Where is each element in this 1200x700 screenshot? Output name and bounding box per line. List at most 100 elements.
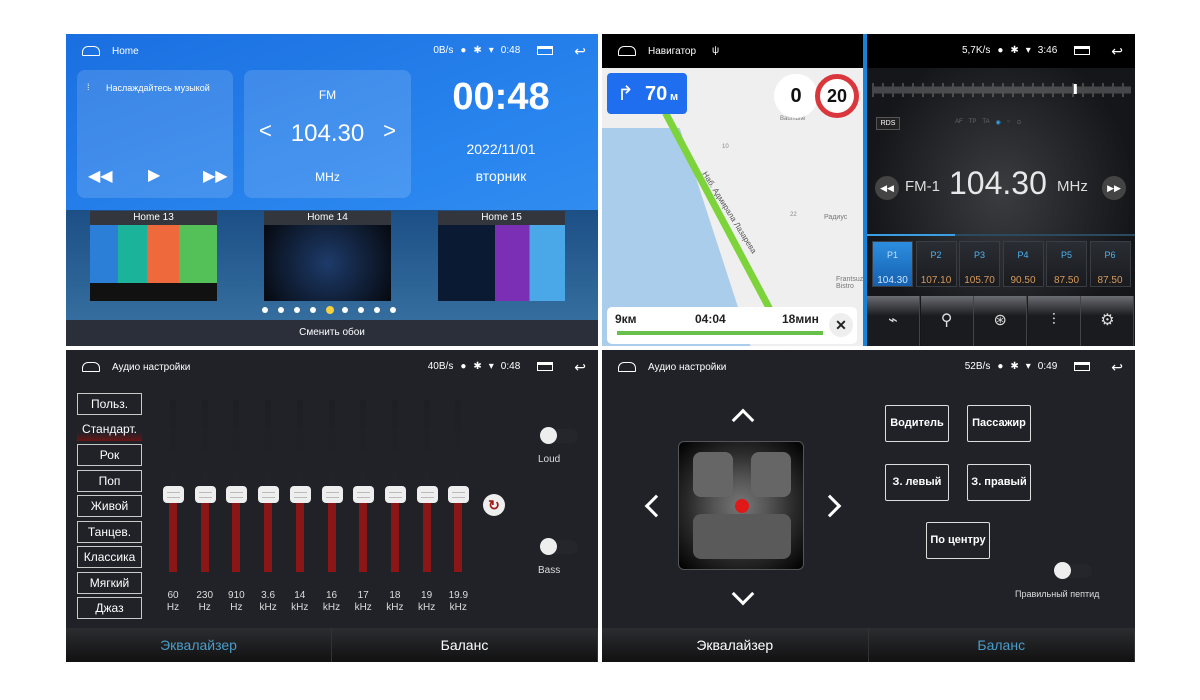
eq-thumb[interactable] [226, 486, 248, 503]
eq-band-slider[interactable]: 16 kHz [321, 400, 343, 630]
close-route-button[interactable]: ✕ [829, 313, 853, 337]
page-dot[interactable] [326, 306, 334, 314]
eq-band-slider[interactable]: 60 Hz [163, 400, 184, 630]
eq-thumb[interactable] [289, 486, 311, 503]
bass-toggle[interactable] [540, 538, 578, 555]
music-widget[interactable]: ⁞ Наслаждайтесь музыкой ◀◀ ▶ ▶▶ [77, 70, 233, 198]
eq-preset-button[interactable]: Танцев. [77, 520, 142, 543]
eq-preset-button[interactable]: Польз. [77, 393, 142, 415]
eq-thumb[interactable] [194, 486, 216, 503]
page-dot[interactable] [342, 307, 348, 313]
change-wallpaper-button[interactable]: Сменить обои [66, 320, 598, 346]
arrow-right-icon[interactable] [818, 494, 842, 518]
recent-apps-icon[interactable] [537, 362, 554, 371]
rds-button[interactable]: RDS [876, 117, 900, 130]
page-dot[interactable] [390, 307, 396, 313]
preset-button[interactable]: P4 90.50 [1002, 241, 1044, 287]
theme-thumb-home-14[interactable]: Home 14 [264, 211, 391, 301]
theme-thumb-home-13[interactable]: Home 13 [90, 211, 217, 301]
net-speed: 0B/s [433, 45, 454, 56]
eq-preset-button[interactable]: Живой [77, 495, 142, 517]
tab-balance[interactable]: Баланс [332, 628, 598, 662]
eq-preset-button[interactable]: Стандарт. [77, 418, 142, 441]
fast-forward-icon[interactable]: ▶▶ [203, 166, 228, 186]
eq-band-slider[interactable]: 910 Hz [226, 400, 248, 630]
eq-band-slider[interactable]: 19 kHz [416, 400, 438, 630]
eq-band-slider[interactable]: 230 Hz [194, 400, 216, 630]
eq-preset-button[interactable]: Мягкий [77, 571, 142, 594]
balance-point[interactable] [735, 499, 749, 513]
eq-thumb[interactable] [321, 486, 343, 503]
eq-thumb[interactable] [384, 486, 406, 503]
recent-apps-icon[interactable] [537, 46, 554, 55]
eq-band-slider[interactable]: 18 kHz [384, 400, 406, 630]
rear-left-button[interactable]: З. левый [885, 464, 949, 501]
status-time: 0:48 [500, 361, 521, 372]
back-icon[interactable]: ↩ [1111, 44, 1123, 58]
page-dot[interactable] [278, 307, 284, 313]
preset-button[interactable]: P1 104.30 [872, 241, 913, 287]
seat-row [751, 452, 791, 497]
car-interior-image[interactable] [678, 441, 804, 570]
eq-band-slider[interactable]: 14 kHz [289, 400, 311, 630]
theme-thumb-home-15[interactable]: Home 15 [438, 211, 565, 301]
eq-preset-button[interactable]: Поп [77, 469, 142, 492]
driver-button[interactable]: Водитель [885, 405, 949, 442]
preset-button[interactable]: P3 105.70 [959, 241, 1000, 287]
eq-preset-button[interactable]: Джаз [77, 597, 142, 619]
eq-band-label: 60 Hz [166, 590, 180, 613]
arrow-down-icon[interactable] [731, 582, 755, 606]
next-station-icon[interactable]: > [383, 118, 396, 144]
tab-balance[interactable]: Баланс [869, 628, 1135, 662]
page-dot[interactable] [374, 307, 380, 313]
search-icon[interactable]: ⚲ [920, 296, 974, 346]
tuning-scale[interactable] [871, 70, 1131, 110]
recent-apps-icon[interactable] [1074, 46, 1091, 55]
eq-band-slider[interactable]: 3.6 kHz [258, 400, 280, 630]
home-icon[interactable] [618, 362, 636, 372]
seek-forward-button[interactable]: ▶▶ [1102, 176, 1126, 200]
arrow-left-icon[interactable] [644, 494, 668, 518]
rewind-icon[interactable]: ◀◀ [88, 166, 113, 186]
page-dot[interactable] [358, 307, 364, 313]
eq-band-slider[interactable]: 17 kHz [353, 400, 375, 630]
scan-icon[interactable]: ⊛ [974, 296, 1028, 346]
eq-thumb[interactable] [416, 486, 438, 503]
eq-band-slider[interactable]: 19.9 kHz [448, 400, 470, 630]
tab-equalizer[interactable]: Эквалайзер [602, 628, 869, 662]
reset-eq-button[interactable]: ↻ [483, 494, 505, 516]
passenger-button[interactable]: Пассажир [967, 405, 1031, 442]
home-icon[interactable] [82, 362, 100, 372]
rear-right-button[interactable]: З. правый [967, 464, 1031, 501]
signal-icon[interactable]: ⌁ [867, 296, 920, 346]
eq-preset-button[interactable]: Классика [77, 546, 142, 568]
preset-button[interactable]: P5 87.50 [1046, 241, 1087, 287]
page-dot[interactable] [310, 307, 316, 313]
preset-button[interactable]: P2 107.10 [915, 241, 957, 287]
tab-equalizer[interactable]: Эквалайзер [66, 628, 332, 662]
home-icon[interactable] [618, 46, 636, 56]
equalizer-icon[interactable]: ⫶ [1027, 296, 1081, 346]
seek-back-button[interactable]: ◀◀ [875, 176, 899, 200]
recent-apps-icon[interactable] [1074, 362, 1091, 371]
eq-thumb[interactable] [258, 486, 280, 503]
back-icon[interactable]: ↩ [574, 360, 586, 374]
eq-thumb[interactable] [163, 486, 184, 503]
eq-thumb[interactable] [448, 486, 470, 503]
settings-icon[interactable]: ⚙ [1081, 296, 1135, 346]
eq-thumb[interactable] [353, 486, 375, 503]
radio-widget[interactable]: FM < 104.30 > MHz [244, 70, 411, 198]
eq-preset-button[interactable]: Рок [77, 444, 142, 466]
page-dot[interactable] [294, 307, 300, 313]
back-icon[interactable]: ↩ [1111, 360, 1123, 374]
loud-toggle[interactable] [540, 427, 578, 444]
center-button[interactable]: По центру [926, 522, 990, 559]
preset-button[interactable]: P6 87.50 [1089, 241, 1131, 287]
back-icon[interactable]: ↩ [574, 44, 586, 58]
eq-band-label: 14 kHz [291, 590, 309, 613]
home-icon[interactable] [82, 46, 100, 56]
balance-toggle[interactable] [1054, 562, 1092, 579]
page-dot[interactable] [262, 307, 268, 313]
arrow-up-icon[interactable] [731, 408, 755, 432]
play-icon[interactable]: ▶ [148, 165, 160, 185]
